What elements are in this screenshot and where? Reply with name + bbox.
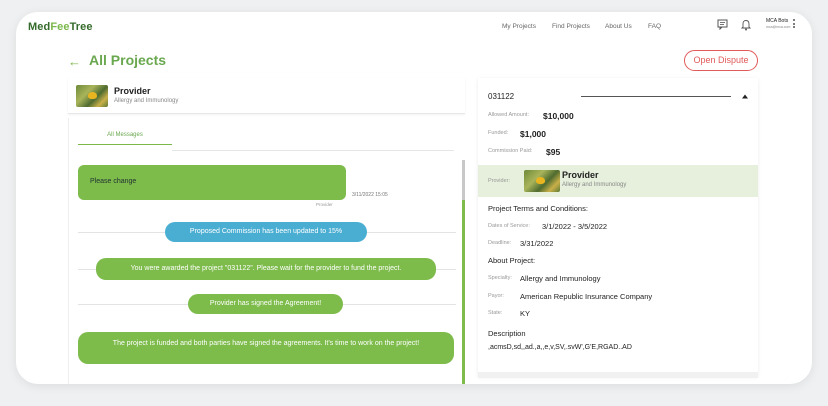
state-label: State: xyxy=(488,310,503,316)
about-heading: About Project: xyxy=(488,256,536,265)
collapse-caret-icon[interactable] xyxy=(742,94,748,99)
scrollbar-thumb[interactable] xyxy=(462,160,465,200)
event-agreement-signed: Provider has signed the Agreement! xyxy=(188,294,343,314)
bell-icon[interactable] xyxy=(741,19,751,31)
nav-my-projects[interactable]: My Projects xyxy=(502,23,536,30)
chat-message: Please change xyxy=(78,165,346,200)
page-title: All Projects xyxy=(89,52,167,68)
nav-find-projects[interactable]: Find Projects xyxy=(552,23,590,30)
provider-name: Provider xyxy=(114,86,151,96)
message-sender: Provider xyxy=(316,202,333,207)
specialty-label: Specialty: xyxy=(488,275,512,281)
provider-avatar xyxy=(524,170,560,192)
chat-icon[interactable] xyxy=(717,19,729,30)
open-dispute-button[interactable]: Open Dispute xyxy=(684,50,758,71)
provider-specialty: Allergy and Immunology xyxy=(562,182,627,188)
dates-label: Dates of Service: xyxy=(488,223,530,229)
scrollbar-progress xyxy=(462,200,465,384)
user-email: mca@mca.com xyxy=(766,25,791,29)
back-arrow-icon[interactable]: ← xyxy=(68,54,81,69)
dates-value: 3/1/2022 - 3/5/2022 xyxy=(542,222,608,231)
provider-avatar xyxy=(76,85,108,107)
project-details-panel: 031122 Allowed Amount: $10,000 Funded: $… xyxy=(478,78,758,376)
logo-tree: Tree xyxy=(69,21,93,33)
provider-specialty: Allergy and Immunology xyxy=(114,98,179,104)
event-project-funded: The project is funded and both parties h… xyxy=(78,332,454,364)
event-project-awarded: You were awarded the project "031122". P… xyxy=(96,258,436,280)
user-menu[interactable]: MCA Bots mca@mca.com xyxy=(766,18,790,30)
kebab-menu-icon[interactable] xyxy=(793,19,796,30)
provider-name: Provider xyxy=(562,170,599,180)
panel-footer xyxy=(478,372,758,378)
allowed-amount-value: $10,000 xyxy=(543,111,574,121)
payor-label: Payor: xyxy=(488,293,504,299)
logo-med: Med xyxy=(28,21,51,33)
logo[interactable]: MedFeeTree xyxy=(28,21,93,33)
deadline-label: Deadline: xyxy=(488,240,512,246)
commission-value: $95 xyxy=(546,147,561,157)
funded-value: $1,000 xyxy=(520,129,546,139)
state-value: KY xyxy=(520,309,531,318)
message-time: 3/11/2022 15:05 xyxy=(352,192,388,198)
tab-all-messages[interactable]: All Messages xyxy=(78,132,172,145)
allowed-amount-label: Allowed Amount: xyxy=(488,112,529,118)
project-id-divider xyxy=(581,96,731,97)
tab-divider xyxy=(172,150,454,151)
logo-fee: Fee xyxy=(50,21,70,33)
description-heading: Description xyxy=(488,329,526,338)
provider-label: Provider: xyxy=(488,178,511,184)
deadline-value: 3/31/2022 xyxy=(520,239,554,248)
nav-about-us[interactable]: About Us xyxy=(605,23,632,30)
terms-heading: Project Terms and Conditions: xyxy=(488,204,588,213)
project-id: 031122 xyxy=(488,92,515,101)
description-value: ,acmsD,sd,,ad.,a,,e,v,SV,.svW',G'E,RGAD.… xyxy=(488,344,632,351)
provider-card[interactable]: Provider Allergy and Immunology xyxy=(68,78,465,114)
commission-label: Commission Paid: xyxy=(488,148,533,154)
nav-faq[interactable]: FAQ xyxy=(648,23,661,30)
specialty-value: Allergy and Immunology xyxy=(520,274,601,283)
payor-value: American Republic Insurance Company xyxy=(520,292,653,301)
funded-label: Funded: xyxy=(488,130,509,136)
event-commission-updated: Proposed Commission has been updated to … xyxy=(165,222,367,242)
provider-row[interactable]: Provider: Provider Allergy and Immunolog… xyxy=(478,165,758,197)
